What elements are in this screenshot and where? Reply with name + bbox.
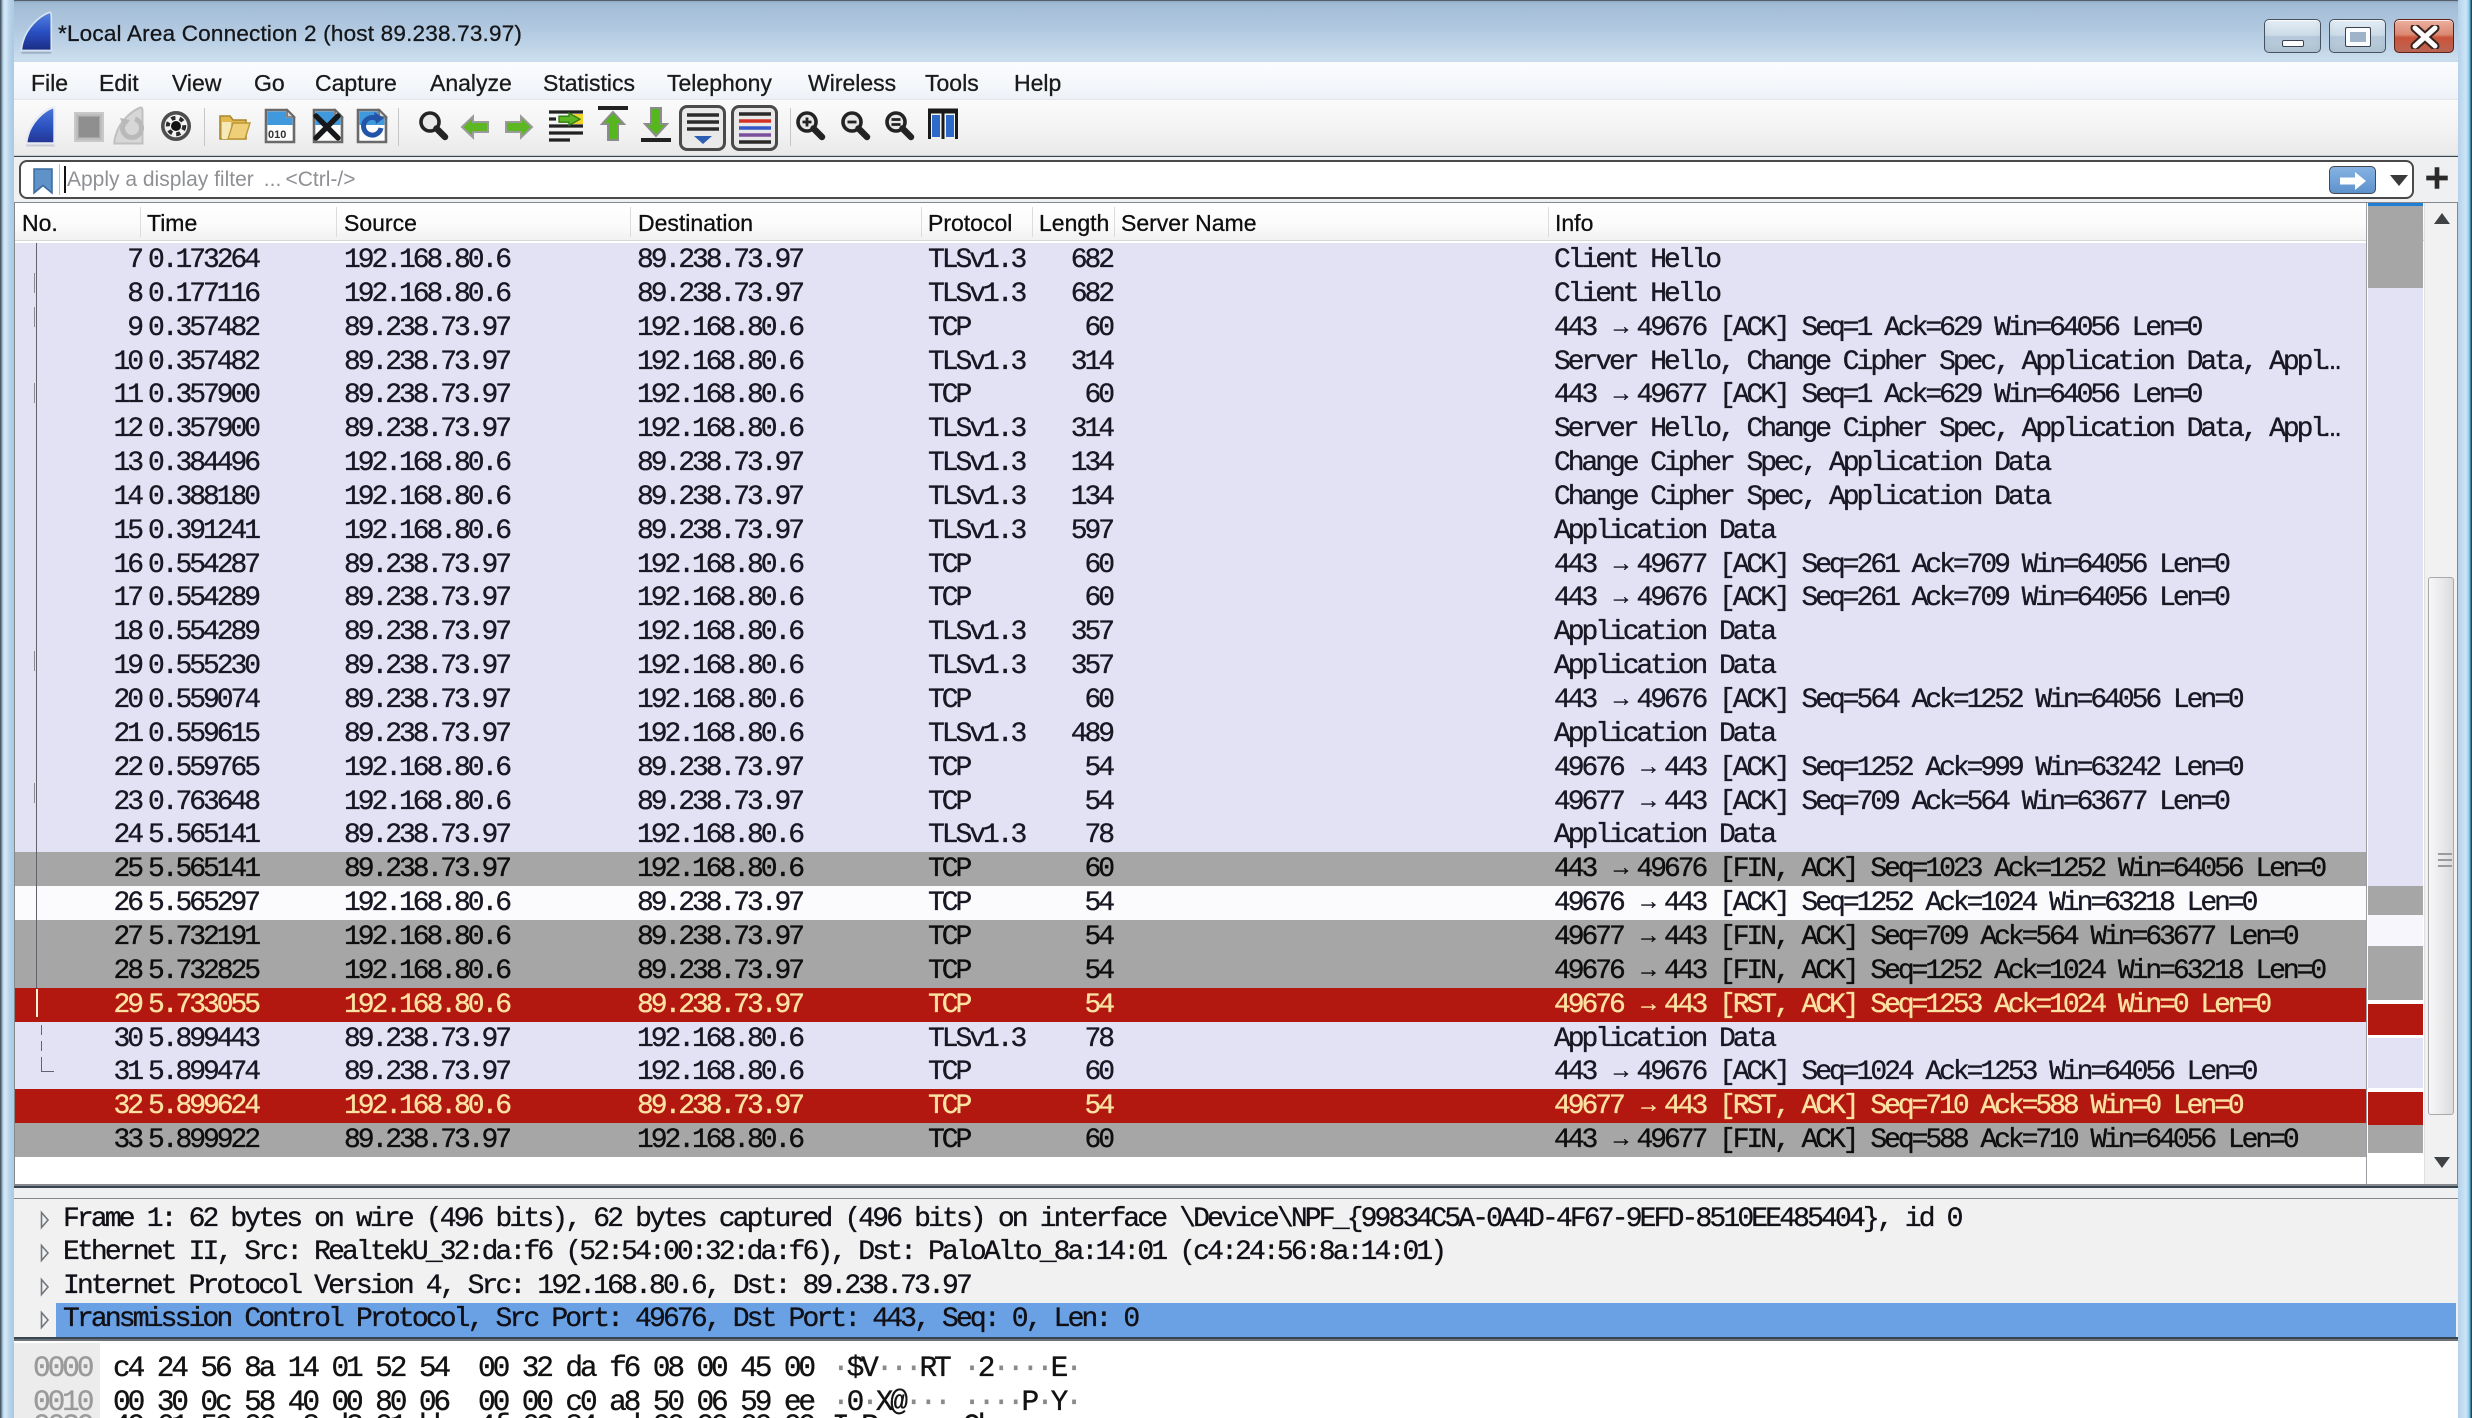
svg-text:010: 010 bbox=[268, 129, 286, 141]
